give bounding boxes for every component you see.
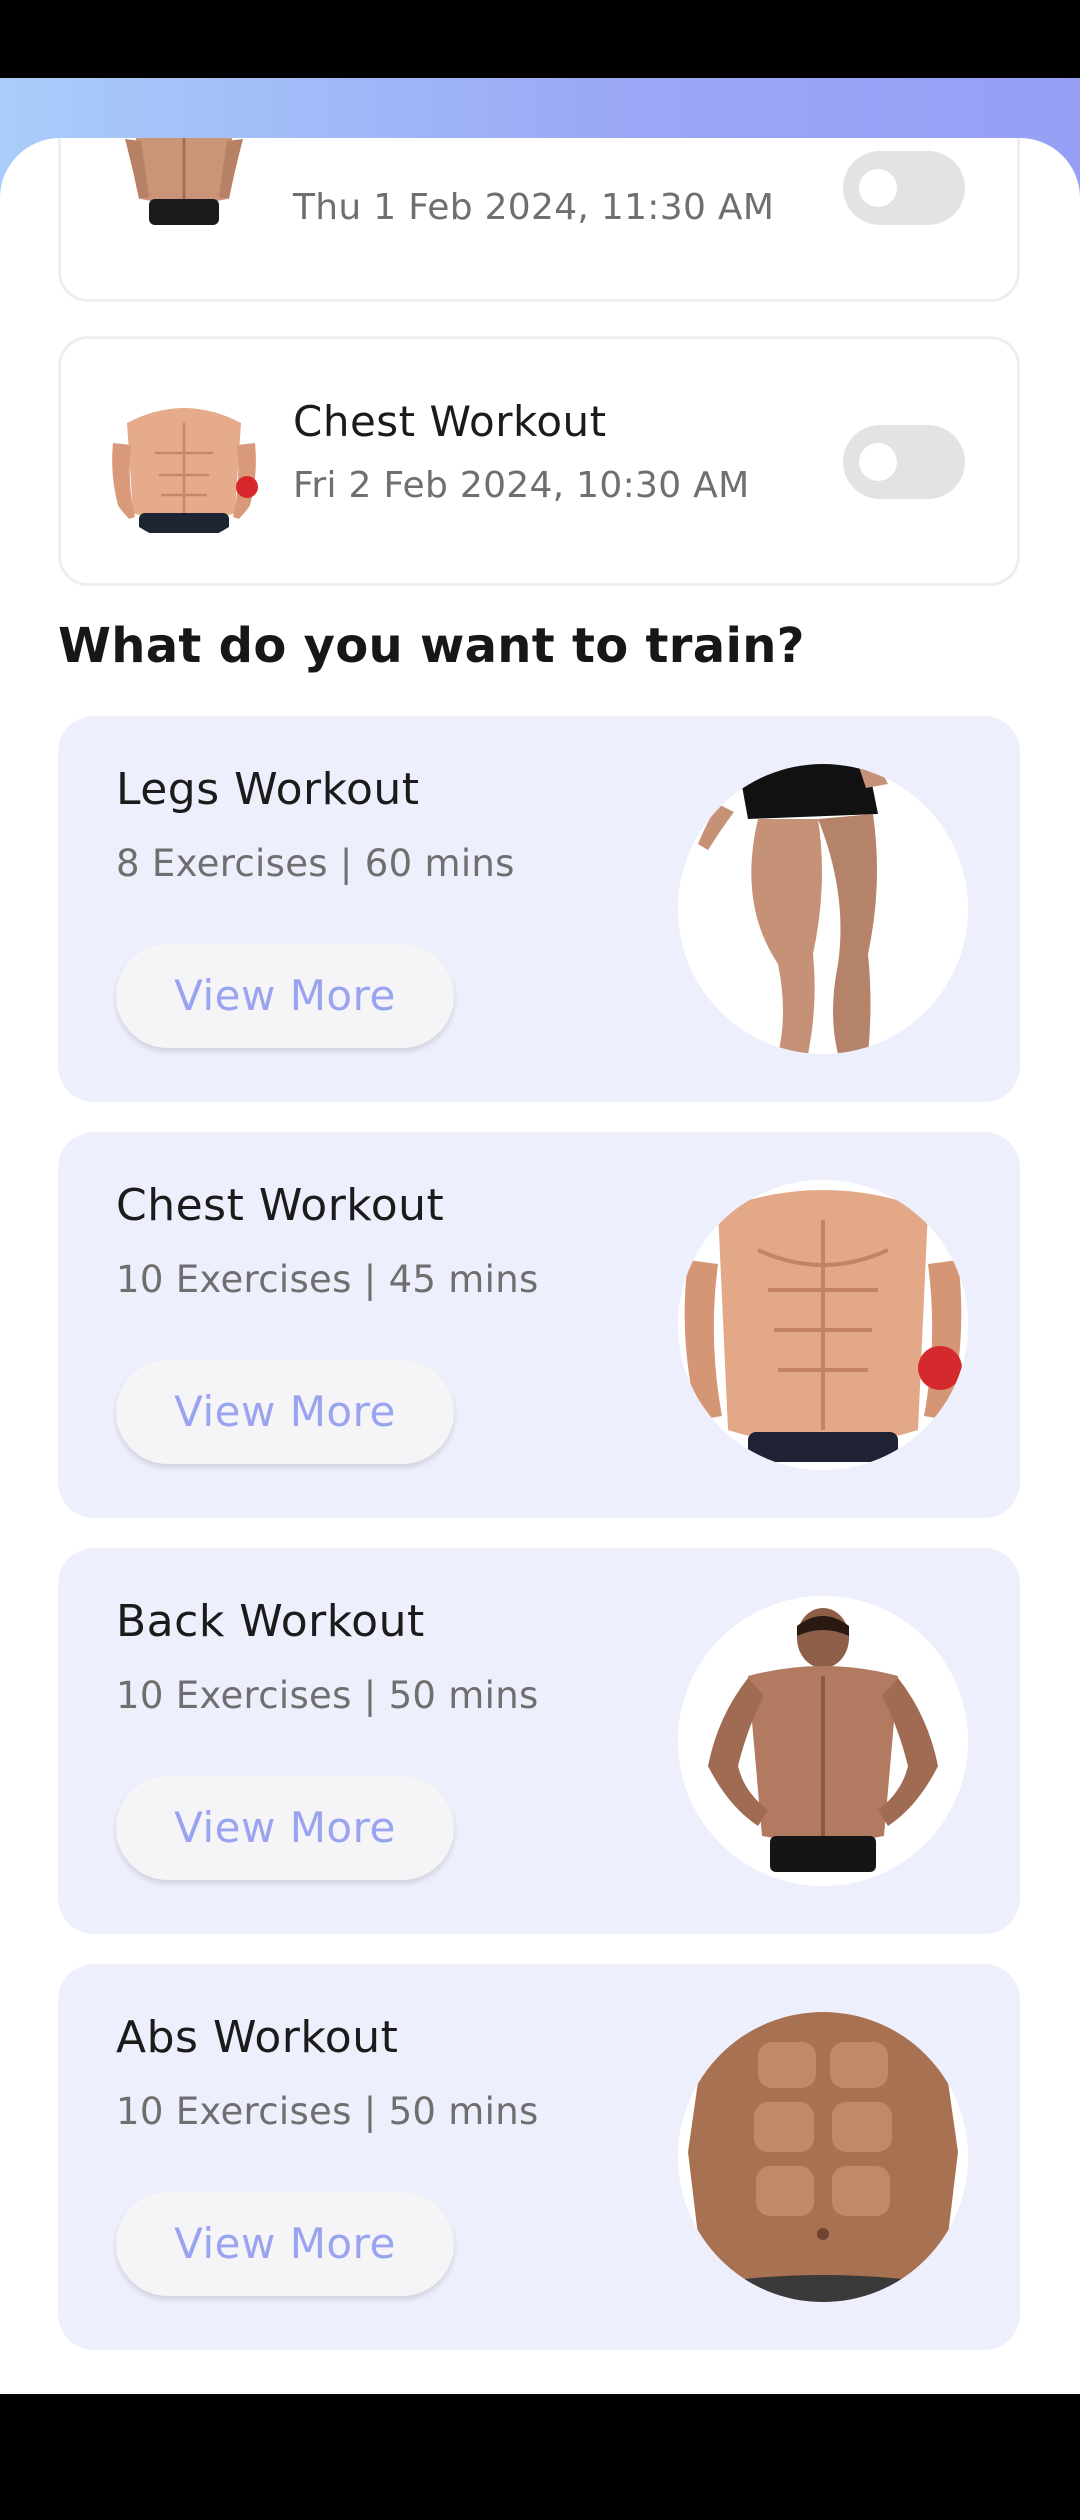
app-screen: Thu 1 Feb 2024, 11:30 AM Chest Workout F [0, 0, 1080, 2520]
reminder-toggle[interactable] [843, 425, 965, 499]
scheduled-workout-card[interactable]: Thu 1 Feb 2024, 11:30 AM [58, 138, 1020, 302]
content-sheet[interactable]: Thu 1 Feb 2024, 11:30 AM Chest Workout F [0, 138, 1080, 2394]
section-heading: What do you want to train? [58, 618, 805, 674]
workout-image [678, 2012, 968, 2302]
view-more-button[interactable]: View More [116, 2192, 454, 2296]
workout-title: Back Workout [116, 1596, 425, 1647]
view-more-button[interactable]: View More [116, 1776, 454, 1880]
workout-image [678, 1180, 968, 1470]
workout-card-legs[interactable]: Legs Workout 8 Exercises | 60 mins View … [58, 716, 1020, 1102]
workout-title: Legs Workout [116, 764, 420, 815]
status-bar [0, 0, 1080, 78]
workout-image [678, 764, 968, 1054]
workout-title: Chest Workout [116, 1180, 445, 1231]
workout-card-abs[interactable]: Abs Workout 10 Exercises | 50 mins View … [58, 1964, 1020, 2350]
toggle-knob [859, 443, 897, 481]
view-more-button[interactable]: View More [116, 1360, 454, 1464]
workout-meta: 8 Exercises | 60 mins [116, 842, 515, 885]
scheduled-title: Chest Workout [293, 397, 607, 446]
workout-card-chest[interactable]: Chest Workout 10 Exercises | 45 mins Vie… [58, 1132, 1020, 1518]
workout-meta: 10 Exercises | 45 mins [116, 1258, 539, 1301]
workout-image [678, 1596, 968, 1886]
system-navigation-bar [0, 2394, 1080, 2520]
workout-meta: 10 Exercises | 50 mins [116, 2090, 539, 2133]
view-more-button[interactable]: View More [116, 944, 454, 1048]
toggle-knob [859, 169, 897, 207]
scheduled-workout-card[interactable]: Chest Workout Fri 2 Feb 2024, 10:30 AM [58, 336, 1020, 586]
scheduled-date: Fri 2 Feb 2024, 10:30 AM [293, 465, 750, 506]
workout-meta: 10 Exercises | 50 mins [116, 1674, 539, 1717]
scheduled-date: Thu 1 Feb 2024, 11:30 AM [293, 187, 775, 228]
workout-thumbnail [105, 383, 263, 541]
reminder-toggle[interactable] [843, 151, 965, 225]
workout-thumbnail [105, 138, 263, 247]
workout-title: Abs Workout [116, 2012, 399, 2063]
workout-card-back[interactable]: Back Workout 10 Exercises | 50 mins View… [58, 1548, 1020, 1934]
